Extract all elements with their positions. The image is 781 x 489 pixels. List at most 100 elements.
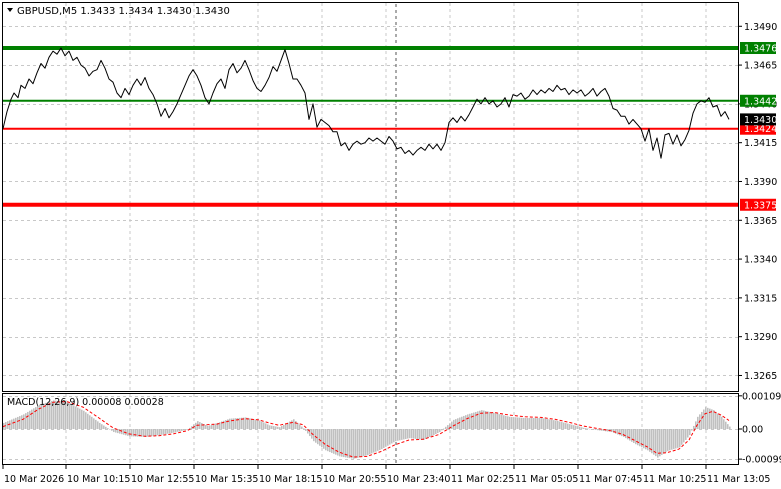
macd-histogram-bar [517, 417, 519, 429]
macd-histogram-bar [669, 429, 671, 451]
macd-histogram-bar [631, 429, 633, 442]
x-tick-label: 10 Mar 18:15 [259, 474, 322, 485]
macd-histogram-bar [349, 429, 351, 459]
macd-histogram-bar [693, 425, 695, 429]
y-tick-label: 1.3340 [744, 255, 777, 266]
macd-histogram-bar [421, 429, 423, 440]
macd-histogram-bar [545, 418, 547, 429]
macd-histogram-bar [301, 426, 303, 429]
macd-histogram-bar [537, 418, 539, 429]
x-tick-label: 11 Mar 13:05 [707, 474, 770, 485]
macd-histogram-bar [213, 424, 215, 429]
macd-histogram-bar [79, 408, 81, 429]
macd-histogram-bar [551, 419, 553, 429]
macd-y-tick-label: 0.00 [742, 425, 763, 436]
macd-histogram-bar [607, 429, 609, 432]
macd-histogram-bar [541, 418, 543, 429]
macd-histogram-bar [691, 429, 693, 431]
chart-root: 1.34901.34651.34401.34151.33901.33651.33… [0, 0, 781, 489]
macd-histogram-bar [491, 412, 493, 429]
x-tick-label: 10 Mar 23:40 [387, 474, 450, 485]
macd-histogram-bar [305, 429, 307, 431]
macd-histogram-bar [355, 429, 357, 459]
macd-histogram-bar [627, 429, 629, 440]
macd-histogram-bar [497, 413, 499, 429]
macd-histogram-bar [619, 429, 621, 436]
y-tick-label: 1.3390 [744, 177, 777, 188]
macd-histogram-bar [489, 411, 491, 429]
macd-histogram-bar [295, 421, 297, 429]
macd-histogram-bar [431, 429, 433, 436]
macd-histogram-bar [595, 429, 597, 430]
macd-histogram-bar [211, 424, 213, 429]
macd-histogram-bar [663, 429, 665, 454]
macd-histogram-bar [727, 424, 729, 429]
macd-histogram-bar [269, 425, 271, 429]
macd-histogram-bar [671, 429, 673, 450]
macd-histogram-bar [387, 429, 389, 446]
macd-histogram-bar [697, 416, 699, 429]
macd-histogram-bar [109, 429, 111, 430]
macd-histogram-bar [361, 429, 363, 457]
macd-histogram-bar [557, 421, 559, 429]
macd-histogram-bar [723, 419, 725, 429]
macd-histogram-bar [433, 429, 435, 436]
macd-histogram-bar [293, 419, 295, 429]
macd-histogram-bar [309, 429, 311, 437]
macd-histogram-bar [531, 418, 533, 429]
macd-histogram-bar [717, 413, 719, 429]
macd-y-tick-label: 0.00109 [742, 391, 781, 402]
macd-histogram-bar [73, 405, 75, 429]
macd-histogram-bar [429, 429, 431, 437]
macd-histogram-bar [133, 429, 135, 437]
macd-histogram-bar [495, 413, 497, 429]
macd-histogram-bar [171, 429, 173, 433]
macd-histogram-bar [567, 423, 569, 429]
macd-histogram-bar [369, 429, 371, 455]
macd-histogram-bar [393, 429, 395, 443]
macd-histogram-bar [13, 418, 15, 429]
x-tick-label: 11 Mar 05:05 [515, 474, 578, 485]
current-price-label: 1.3430 [744, 115, 777, 126]
macd-histogram-bar [511, 416, 513, 429]
macd-histogram-bar [659, 429, 661, 457]
macd-histogram-bar [467, 414, 469, 429]
macd-histogram-bar [31, 409, 33, 429]
macd-histogram-bar [559, 421, 561, 429]
macd-histogram-bar [679, 429, 681, 448]
macd-histogram-bar [97, 421, 99, 429]
macd-histogram-bar [391, 429, 393, 444]
macd-histogram-bar [23, 414, 25, 429]
macd-histogram-bar [253, 419, 255, 429]
macd-histogram-bar [493, 412, 495, 429]
macd-histogram-bar [443, 428, 445, 430]
level-label: 1.3476 [744, 44, 777, 55]
macd-histogram-bar [321, 429, 323, 448]
macd-histogram-bar [463, 415, 465, 429]
macd-histogram-bar [525, 418, 527, 429]
macd-histogram-bar [395, 429, 397, 442]
macd-histogram-bar [343, 429, 345, 458]
macd-histogram-bar [527, 418, 529, 429]
macd-histogram-bar [29, 410, 31, 429]
macd-histogram-bar [357, 429, 359, 458]
macd-histogram-bar [153, 429, 155, 436]
macd-histogram-bar [629, 429, 631, 441]
macd-histogram-bar [77, 407, 79, 429]
y-tick-label: 1.3465 [744, 61, 777, 72]
macd-histogram-bar [385, 429, 387, 447]
macd-histogram-bar [417, 429, 419, 440]
macd-histogram-bar [499, 414, 501, 429]
chart-background [0, 0, 781, 489]
macd-histogram-bar [331, 429, 333, 453]
macd-histogram-bar [87, 413, 89, 429]
macd-histogram-bar [451, 421, 453, 429]
macd-histogram-bar [471, 413, 473, 429]
macd-histogram-bar [427, 429, 429, 438]
macd-histogram-bar [725, 421, 727, 429]
y-tick-label: 1.3365 [744, 216, 777, 227]
macd-histogram-bar [515, 417, 517, 429]
macd-histogram-bar [229, 418, 231, 429]
x-tick-label: 10 Mar 12:55 [131, 474, 194, 485]
macd-histogram-bar [271, 425, 273, 429]
